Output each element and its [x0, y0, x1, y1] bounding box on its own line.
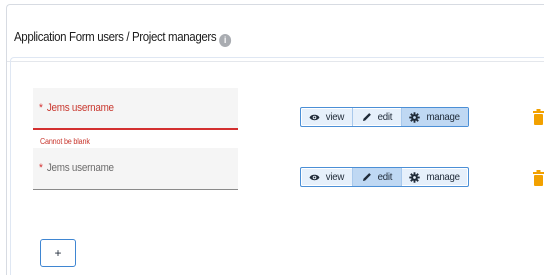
edit-label: edit — [377, 171, 392, 183]
view-label: view — [325, 171, 344, 183]
jems-username-field[interactable]: * Jems username — [33, 148, 238, 190]
manage-label: manage — [426, 171, 460, 183]
delete-icon[interactable] — [533, 109, 544, 125]
edit-label: edit — [377, 111, 392, 123]
field-label: * Jems username — [39, 162, 114, 174]
permission-toggle-group: view edit manage — [300, 167, 469, 187]
manage-toggle[interactable]: manage — [402, 168, 468, 186]
required-mark: * — [39, 102, 43, 114]
required-mark: * — [39, 162, 43, 174]
field-label-text: Jems username — [46, 162, 114, 174]
field-label-text: Jems username — [46, 102, 114, 114]
field-label: * Jems username — [39, 102, 114, 114]
edit-toggle[interactable]: edit — [353, 168, 402, 186]
pencil-icon — [362, 173, 371, 181]
jems-username-field[interactable]: * Jems username — [33, 88, 238, 130]
delete-icon[interactable] — [533, 170, 544, 186]
pencil-icon — [362, 113, 371, 121]
eye-icon — [309, 114, 320, 120]
error-message: Cannot be blank — [40, 137, 90, 146]
gear-icon — [409, 111, 420, 123]
manage-toggle[interactable]: manage — [402, 108, 468, 126]
view-toggle[interactable]: view — [301, 108, 353, 126]
info-icon[interactable]: i — [218, 34, 231, 47]
card-header: Application Form users / Project manager… — [7, 5, 544, 62]
page-title-text: Application Form users / Project manager… — [14, 30, 217, 44]
permission-toggle-group: view edit manage — [300, 107, 469, 127]
gear-icon — [409, 171, 420, 183]
view-toggle[interactable]: view — [301, 168, 353, 186]
edit-toggle[interactable]: edit — [353, 108, 402, 126]
manage-label: manage — [426, 111, 460, 123]
view-label: view — [325, 111, 344, 123]
page-title: Application Form users / Project manager… — [14, 30, 231, 47]
add-user-button[interactable]: + — [40, 239, 76, 267]
add-button-label: + — [54, 246, 62, 260]
eye-icon — [309, 174, 320, 180]
